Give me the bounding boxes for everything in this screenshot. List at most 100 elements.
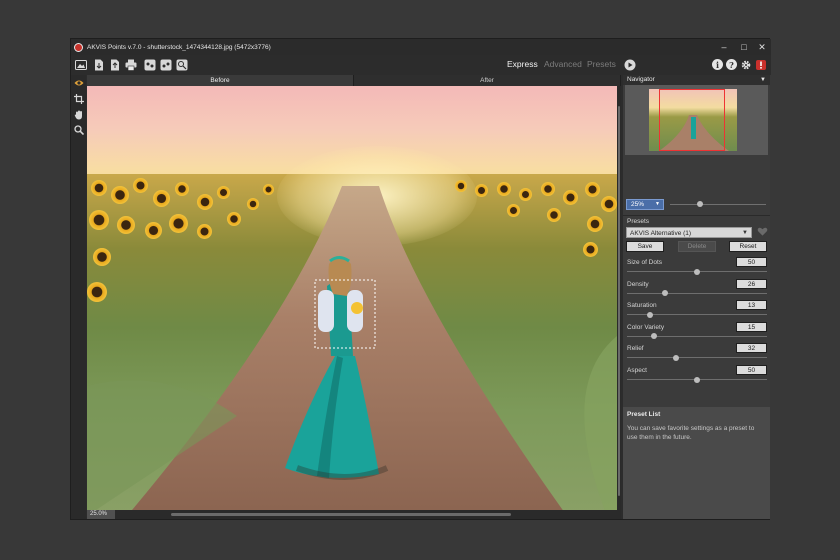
maximize-icon[interactable]: □: [735, 39, 753, 55]
param-slider-track[interactable]: [627, 292, 767, 294]
param-label: Color Variety: [627, 323, 665, 331]
mode-presets[interactable]: Presets: [587, 59, 616, 69]
canvas-area: Before After 25.0%: [87, 75, 621, 519]
param-slider-track[interactable]: [627, 357, 767, 359]
crop-icon[interactable]: [73, 93, 84, 105]
preset-list-text: You can save favorite settings as a pres…: [627, 425, 755, 441]
horizontal-scrollbar[interactable]: 25.0%: [87, 510, 621, 519]
chevron-down-icon: ▼: [742, 230, 748, 236]
sunflower: [541, 182, 555, 196]
title-bar: AKVIS Points v.7.0 - shutterstock_147434…: [71, 39, 771, 55]
zoom-slider-track[interactable]: [670, 204, 766, 205]
akvis-logo-icon: [74, 42, 83, 52]
info-button[interactable]: i: [712, 59, 723, 70]
preset-list-title: Preset List: [627, 411, 661, 418]
param-value-field[interactable]: 50: [736, 257, 767, 267]
navigator-view-frame[interactable]: [659, 89, 725, 151]
sunflower: [111, 186, 129, 204]
param-label: Relief: [627, 345, 644, 353]
zoom-control: 25% ▼: [626, 199, 767, 211]
open-file-icon[interactable]: [92, 58, 106, 72]
help-button[interactable]: ?: [726, 59, 737, 70]
param-label: Density: [627, 280, 649, 288]
sunflower: [475, 184, 488, 197]
zoom-level-badge: 25.0%: [87, 510, 115, 519]
home-icon[interactable]: [74, 58, 88, 72]
param-value-field[interactable]: 15: [736, 321, 767, 332]
navigator-title: Navigator: [627, 76, 655, 83]
sunflower: [91, 180, 107, 196]
minimize-icon[interactable]: –: [715, 39, 733, 55]
vertical-scroll-thumb[interactable]: [618, 106, 620, 496]
param-value-field[interactable]: 13: [736, 300, 767, 311]
window-title: AKVIS Points v.7.0 - shutterstock_147434…: [87, 43, 271, 51]
photo-woman: [285, 256, 389, 480]
settings-panel: Navigator ▼ 25% ▼ Presets AKVIS Alternati…: [623, 75, 770, 519]
sunflower: [587, 216, 603, 232]
main-toolbar: Express Advanced Presets i ?: [71, 55, 771, 75]
zoom-slider-handle[interactable]: [697, 201, 703, 207]
sunflower: [227, 212, 241, 226]
param-slider-track[interactable]: [627, 335, 767, 337]
sunflower: [217, 186, 230, 199]
mode-express[interactable]: Express: [507, 59, 538, 69]
param-slider-handle[interactable]: [651, 333, 658, 340]
sunflower: [497, 182, 511, 196]
sunflower: [93, 248, 111, 266]
navigator-header: Navigator ▼: [623, 75, 770, 85]
eye-icon[interactable]: [73, 77, 84, 89]
heart-icon[interactable]: [757, 226, 768, 237]
param-value-field[interactable]: 50: [736, 365, 767, 375]
sunflower: [133, 178, 148, 193]
sunflower: [87, 282, 107, 302]
navigator-preview[interactable]: [625, 85, 768, 155]
sunflower: [547, 208, 561, 222]
param-slider-handle[interactable]: [672, 354, 679, 361]
tab-before[interactable]: Before: [87, 75, 354, 86]
sunflower: [583, 242, 598, 257]
preset-list-box: Preset List You can save favorite settin…: [623, 407, 770, 519]
param-value-field[interactable]: 26: [736, 278, 767, 289]
mode-advanced[interactable]: Advanced: [544, 59, 582, 69]
sunflower: [455, 180, 467, 192]
param-label: Aspect: [627, 367, 647, 374]
param-value-field[interactable]: 32: [736, 343, 767, 354]
save-file-icon[interactable]: [108, 58, 122, 72]
print-icon[interactable]: [124, 58, 138, 72]
export-preset-icon[interactable]: [159, 58, 173, 72]
share-icon[interactable]: [175, 58, 189, 72]
save-button[interactable]: Save: [626, 241, 664, 252]
sunflower: [197, 224, 212, 239]
close-icon[interactable]: ✕: [753, 39, 771, 55]
sunflower: [563, 190, 578, 205]
vertical-scrollbar[interactable]: [617, 86, 621, 510]
zoom-icon[interactable]: [73, 124, 84, 136]
sunflower: [153, 190, 170, 207]
param-slider-handle[interactable]: [661, 290, 668, 297]
play-icon[interactable]: [623, 58, 637, 72]
sunflower: [145, 222, 162, 239]
zoom-select[interactable]: 25% ▼: [626, 199, 664, 210]
hand-icon[interactable]: [73, 109, 84, 121]
preset-select[interactable]: AKVIS Alternative (1) ▼: [626, 227, 752, 238]
delete-button: Delete: [678, 241, 716, 252]
chevron-down-icon: ▼: [655, 201, 660, 207]
reset-button[interactable]: Reset: [729, 241, 767, 252]
image-canvas[interactable]: [87, 86, 617, 510]
tab-after[interactable]: After: [354, 75, 621, 86]
gear-icon[interactable]: [739, 58, 753, 72]
param-slider-handle[interactable]: [694, 268, 700, 275]
param-label: Size of Dots: [627, 259, 663, 266]
sunflower: [175, 182, 189, 196]
chevron-down-icon[interactable]: ▼: [760, 75, 766, 85]
sunflower: [117, 216, 135, 234]
import-preset-icon[interactable]: [143, 58, 157, 72]
horizontal-scroll-thumb[interactable]: [171, 513, 511, 516]
sunflower: [519, 188, 532, 201]
param-slider-handle[interactable]: [694, 376, 700, 383]
param-slider-handle[interactable]: [647, 311, 654, 318]
sunflower: [197, 194, 213, 210]
sunflower: [601, 196, 617, 212]
divider: [623, 215, 770, 216]
notification-icon[interactable]: [754, 58, 768, 72]
